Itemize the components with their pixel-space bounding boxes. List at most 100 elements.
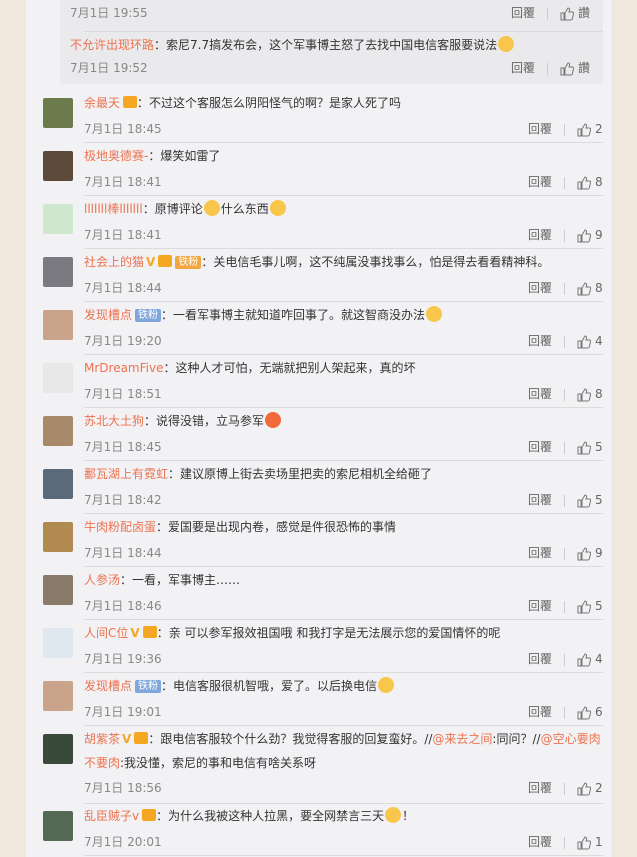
- comment-text: :同问？//: [492, 732, 541, 746]
- thumbs-up-icon[interactable]: [560, 61, 574, 76]
- like-count[interactable]: 5: [595, 487, 603, 513]
- thumbs-up-icon[interactable]: [577, 493, 591, 508]
- user-name[interactable]: 社会上的猫: [84, 255, 144, 269]
- thumbs-up-icon[interactable]: [560, 6, 574, 21]
- comment-text: ：电信客服很机智哦，爱了。以后换电信: [161, 679, 378, 693]
- user-name[interactable]: 人参汤: [84, 573, 120, 587]
- like-count[interactable]: 6: [595, 699, 603, 725]
- thumbs-up-icon[interactable]: [577, 228, 591, 243]
- user-name[interactable]: 牛肉粉配卤蛋: [84, 520, 156, 534]
- like-count[interactable]: 8: [595, 275, 603, 301]
- like-count[interactable]: 1: [595, 829, 603, 855]
- comment-item: lllllll棒lllllll：原博评论 什么东西 7月1日 18:41 回覆 9: [43, 196, 603, 249]
- comment-actions: 回覆 8: [528, 169, 603, 195]
- mention-link[interactable]: @来去之间: [432, 732, 492, 746]
- like-count[interactable]: 9: [595, 540, 603, 566]
- like-count[interactable]: 2: [595, 116, 603, 142]
- avatar[interactable]: [43, 811, 73, 841]
- thumbs-up-icon[interactable]: [577, 175, 591, 190]
- like-count[interactable]: 4: [595, 646, 603, 672]
- reply-button[interactable]: 回覆: [528, 169, 552, 195]
- reply-button[interactable]: 回覆: [528, 381, 552, 407]
- reply-button[interactable]: 回覆: [528, 646, 552, 672]
- avatar[interactable]: [43, 416, 73, 446]
- comment-body: 极地奥德赛-：爆笑如雷了 7月1日 18:41 回覆 8: [84, 143, 603, 195]
- thumbs-up-icon[interactable]: [577, 705, 591, 720]
- comment-body: MrDreamFive：这种人才可怕，无端就把别人架起来，真的坏 7月1日 18:…: [84, 355, 603, 407]
- reply-button[interactable]: 回覆: [528, 487, 552, 513]
- like-count[interactable]: 2: [595, 775, 603, 801]
- avatar[interactable]: [43, 469, 73, 499]
- comment-text-line: 余最天 ：不过这个客服怎么阴阳怪气的啊？是家人死了吗: [84, 90, 603, 116]
- thumbs-up-icon[interactable]: [577, 599, 591, 614]
- reply-button[interactable]: 回覆: [528, 829, 552, 855]
- thumbs-up-icon[interactable]: [577, 387, 591, 402]
- avatar[interactable]: [43, 628, 73, 658]
- avatar[interactable]: [43, 734, 73, 764]
- comment-body: 余最天 ：不过这个客服怎么阴阳怪气的啊？是家人死了吗 7月1日 18:45 回覆 2: [84, 90, 603, 142]
- reply-button[interactable]: 回覆: [528, 699, 552, 725]
- thumbs-up-icon[interactable]: [577, 546, 591, 561]
- user-name[interactable]: 人间C位: [84, 626, 128, 640]
- user-name[interactable]: 极地奥德赛-: [84, 149, 148, 163]
- reply-button[interactable]: 回覆: [528, 540, 552, 566]
- user-name[interactable]: 发现槽点: [84, 308, 132, 322]
- reply-button[interactable]: 回覆: [528, 593, 552, 619]
- like-count[interactable]: 9: [595, 222, 603, 248]
- comment-body: 牛肉粉配卤蛋：爱国要是出现内卷，感觉是件很恐怖的事情 7月1日 18:44 回覆 9: [84, 514, 603, 566]
- avatar[interactable]: [43, 310, 73, 340]
- reply-button[interactable]: 回覆: [528, 328, 552, 354]
- reply-button[interactable]: 回覆: [528, 275, 552, 301]
- user-name[interactable]: MrDreamFive: [84, 361, 163, 375]
- avatar[interactable]: [43, 98, 73, 128]
- like-count[interactable]: 5: [595, 434, 603, 460]
- user-name[interactable]: 不允许出现环路: [70, 38, 154, 52]
- thumbs-up-icon[interactable]: [577, 652, 591, 667]
- like-label[interactable]: 讚: [578, 61, 590, 75]
- reply-button[interactable]: 回覆: [528, 222, 552, 248]
- like-label[interactable]: 讚: [578, 6, 590, 20]
- comment-actions: 回覆 5: [528, 593, 603, 619]
- emoji-icon: [498, 36, 515, 52]
- thumbs-up-icon[interactable]: [577, 781, 591, 796]
- user-name[interactable]: 余最天: [84, 96, 120, 110]
- avatar[interactable]: [43, 575, 73, 605]
- reply-button[interactable]: 回覆: [528, 775, 552, 801]
- thumbs-up-icon[interactable]: [577, 835, 591, 850]
- comment-text-line: 发现槽点 铁粉 ：一看军事博主就知道咋回事了。就这智商没办法: [84, 302, 603, 328]
- like-count[interactable]: 8: [595, 169, 603, 195]
- avatar[interactable]: [43, 151, 73, 181]
- avatar[interactable]: [43, 204, 73, 234]
- user-name[interactable]: lllllll棒lllllll: [84, 202, 143, 216]
- user-name[interactable]: 鄱瓦湖上有霓虹: [84, 467, 168, 481]
- comment-meta: 7月1日 18:44 回覆 9: [84, 540, 603, 566]
- comment-text: 什么东西: [220, 202, 269, 216]
- user-name[interactable]: 胡紫茶: [84, 732, 120, 746]
- reply-button[interactable]: 回覆: [528, 434, 552, 460]
- thumbs-up-icon[interactable]: [577, 281, 591, 296]
- avatar[interactable]: [43, 257, 73, 287]
- like-count[interactable]: 4: [595, 328, 603, 354]
- comment-text: ！: [402, 809, 415, 823]
- comment-actions: 回覆 2: [528, 116, 603, 142]
- thumbs-up-icon[interactable]: [577, 440, 591, 455]
- comment-item: 苏北大土狗：说得没错，立马参军 7月1日 18:45 回覆 5: [43, 408, 603, 461]
- comment-meta: 7月1日 18:44 回覆 8: [84, 275, 603, 301]
- like-count[interactable]: 5: [595, 593, 603, 619]
- comment-meta: 7月1日 18:56 回覆 2: [84, 775, 603, 801]
- avatar[interactable]: [43, 681, 73, 711]
- user-name[interactable]: 乱臣贼子v: [84, 809, 139, 823]
- thumbs-up-icon[interactable]: [577, 122, 591, 137]
- avatar[interactable]: [43, 522, 73, 552]
- user-name[interactable]: 苏北大土狗: [84, 414, 144, 428]
- reply-button[interactable]: 回覆: [511, 59, 535, 77]
- reply-button[interactable]: 回覆: [511, 4, 535, 22]
- reply-button[interactable]: 回覆: [528, 116, 552, 142]
- thumbs-up-icon[interactable]: [577, 334, 591, 349]
- avatar[interactable]: [43, 363, 73, 393]
- divider: [564, 388, 565, 401]
- timestamp: 7月1日 18:44: [84, 546, 162, 560]
- divider: [564, 653, 565, 666]
- user-name[interactable]: 发现槽点: [84, 679, 132, 693]
- like-count[interactable]: 8: [595, 381, 603, 407]
